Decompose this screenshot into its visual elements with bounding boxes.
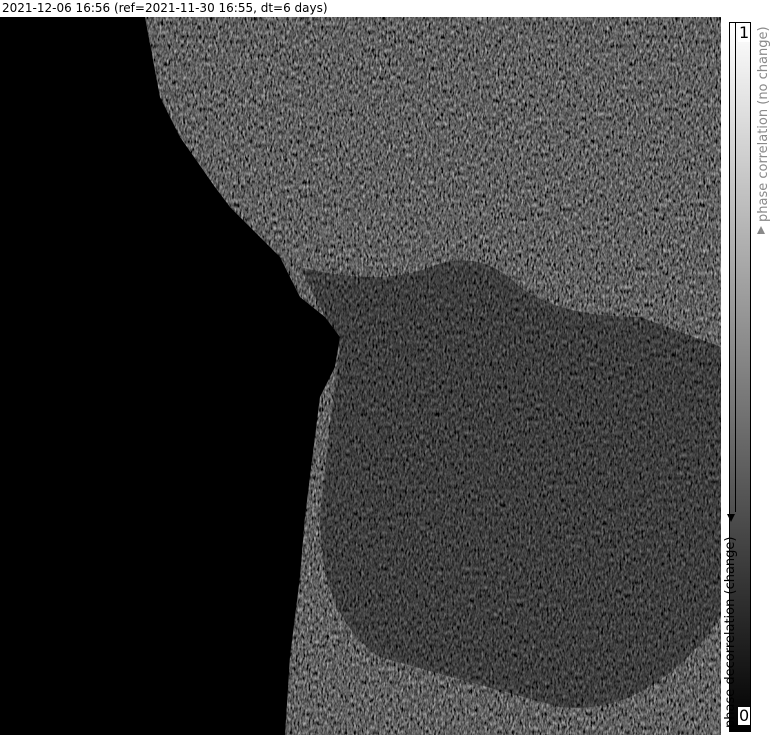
change-label: phase decorrelation (change) — [723, 536, 738, 728]
image-title: 2021-12-06 16:56 (ref=2021-11-30 16:55, … — [2, 1, 328, 15]
colorbar-max-label: 1 — [738, 23, 751, 42]
sar-coherence-image — [0, 17, 721, 735]
colorbar-min-label: 0 — [738, 706, 751, 725]
colorbar-divider — [735, 22, 736, 512]
arrow-up-icon — [757, 226, 765, 234]
arrow-down-icon — [727, 514, 735, 522]
no-change-label: phase correlation (no change) — [756, 26, 771, 222]
